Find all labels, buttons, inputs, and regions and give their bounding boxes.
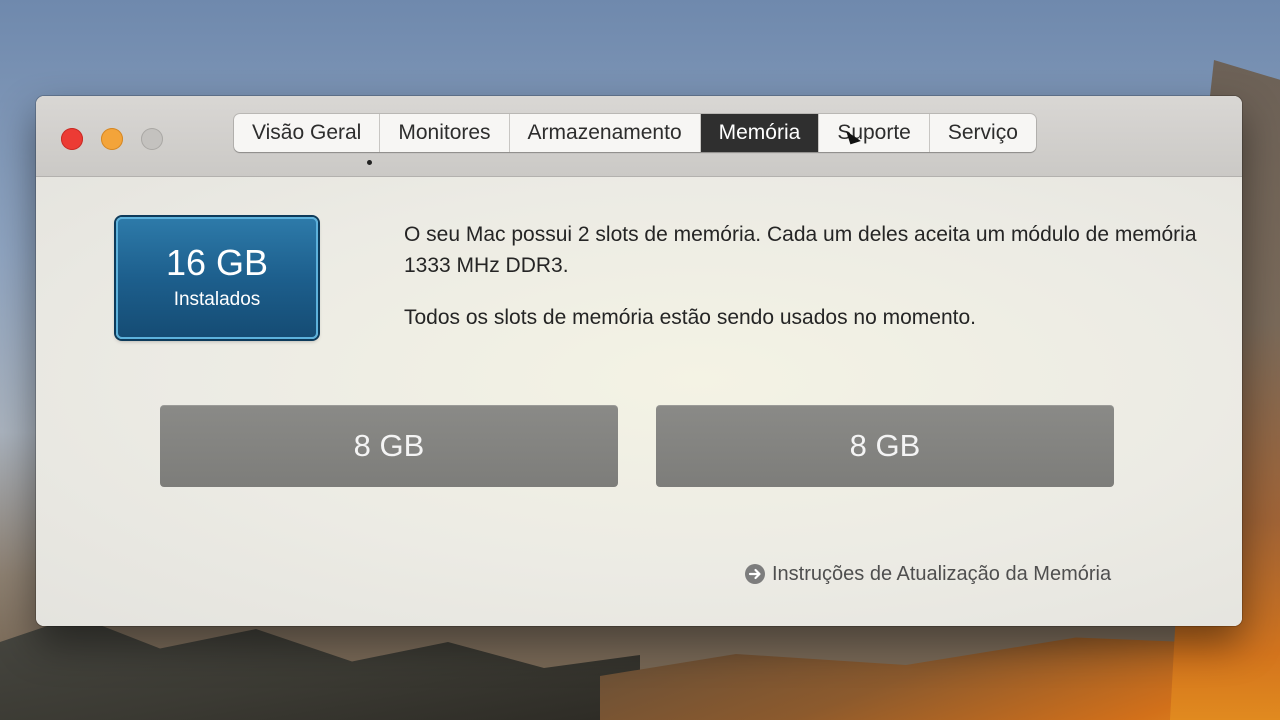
installed-memory-size: 16 GB — [165, 242, 269, 283]
minimize-window-button[interactable] — [101, 128, 123, 150]
memory-upgrade-instructions-link[interactable]: Instruções de Atualização da Memória — [744, 561, 1111, 587]
tab-indicator-dot — [367, 160, 372, 165]
installed-memory-label: Instalados — [173, 289, 261, 310]
memory-description: O seu Mac possui 2 slots de memória. Cad… — [404, 223, 1197, 277]
window-titlebar: Visão Geral Monitores Armazenamento Memó… — [36, 96, 1242, 177]
tab-armazenamento[interactable]: Armazenamento — [510, 114, 701, 152]
arrow-right-circle-icon — [744, 563, 766, 585]
tab-memoria[interactable]: Memória — [700, 114, 820, 152]
about-this-mac-window: Visão Geral Monitores Armazenamento Memó… — [36, 96, 1242, 626]
tab-suporte[interactable]: Suporte — [819, 114, 930, 152]
close-window-button[interactable] — [61, 128, 83, 150]
tab-visao-geral[interactable]: Visão Geral — [234, 114, 381, 152]
memory-slots-status: Todos os slots de memória estão sendo us… — [404, 306, 976, 329]
memory-panel: 16 GB Instalados O seu Mac possui 2 slot… — [36, 177, 1242, 626]
memory-slot-1: 8 GB — [160, 405, 618, 487]
memory-upgrade-link-label: Instruções de Atualização da Memória — [772, 562, 1112, 585]
tab-servico[interactable]: Serviço — [930, 114, 1036, 152]
installed-memory-badge: 16 GB Instalados — [116, 217, 318, 339]
tab-monitores[interactable]: Monitores — [380, 114, 510, 152]
memory-slot-2: 8 GB — [656, 405, 1114, 487]
zoom-window-button[interactable] — [141, 128, 163, 150]
tab-bar: Visão Geral Monitores Armazenamento Memó… — [234, 114, 1036, 152]
